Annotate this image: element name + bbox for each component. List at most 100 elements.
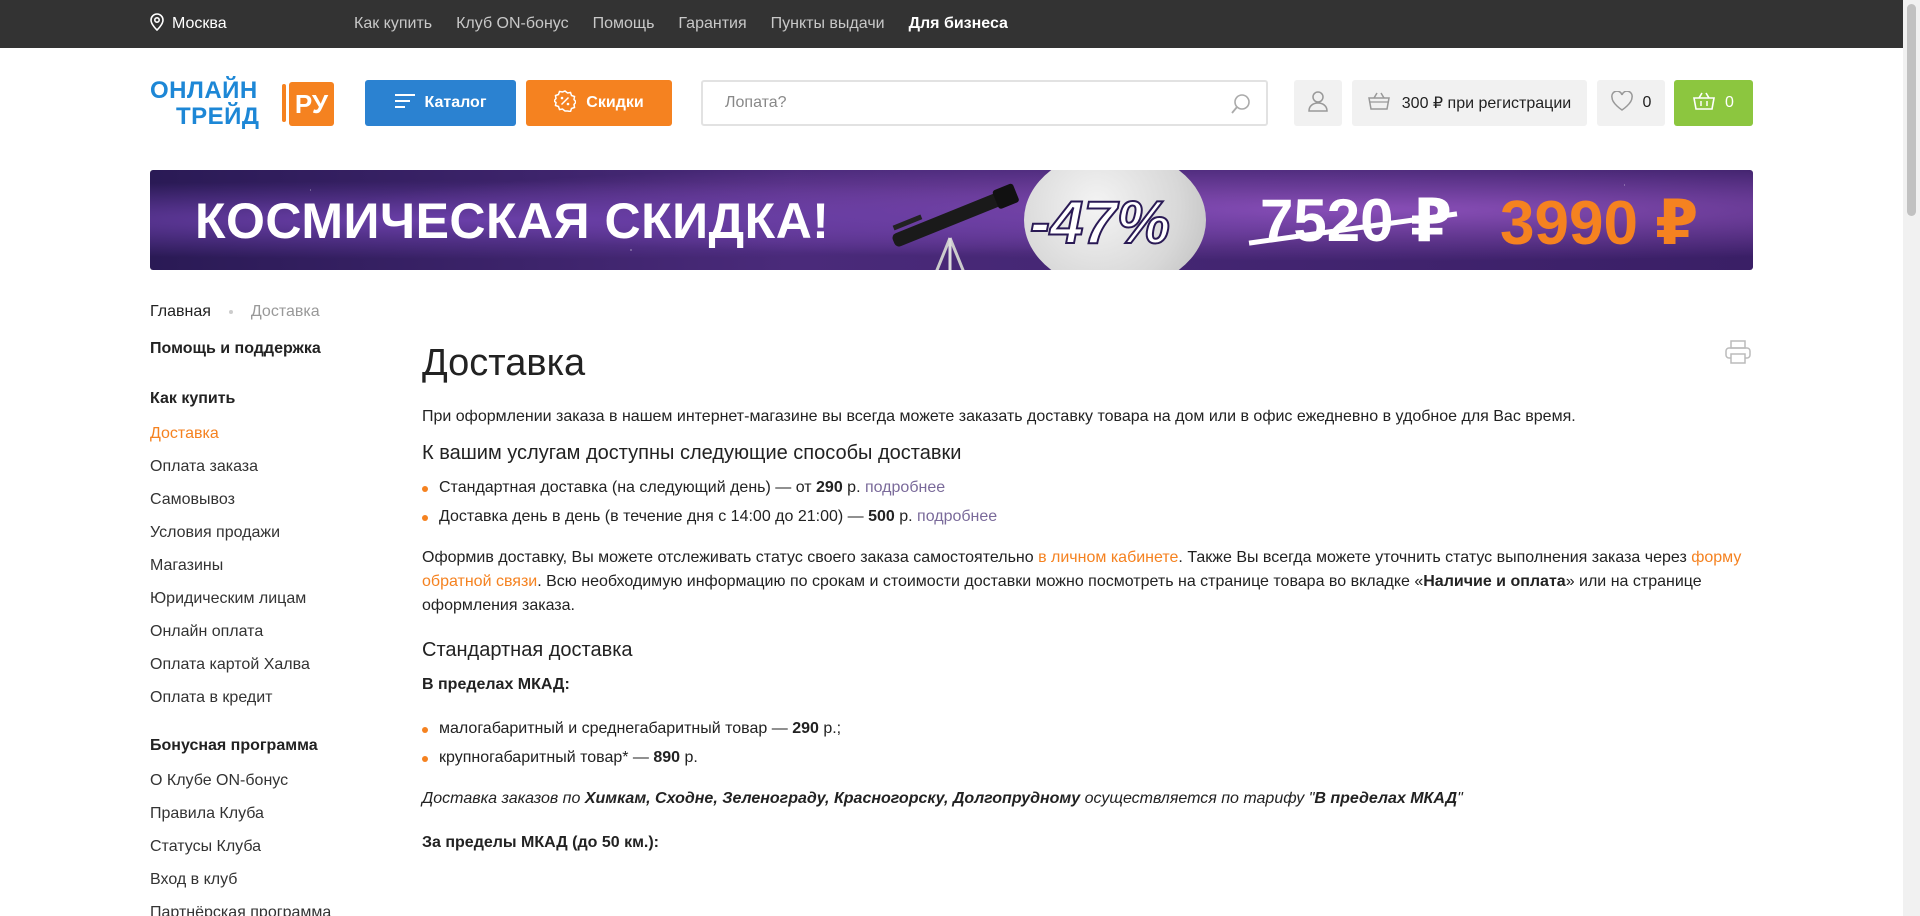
cart-button[interactable]: 0	[1674, 80, 1753, 126]
cart-basket-icon	[1693, 92, 1716, 115]
cities-tariff: В пределах МКАД	[1314, 790, 1458, 807]
help-sidebar: Помощь и поддержка Как купить Доставка О…	[150, 340, 380, 916]
mkad-label: В пределах МКАД:	[422, 676, 570, 693]
nav-help[interactable]: Помощь	[593, 15, 655, 33]
logo-line-1: ОНЛАЙН	[150, 77, 258, 104]
cart-count: 0	[1725, 94, 1734, 111]
favorites-count: 0	[1642, 94, 1652, 111]
logo-line-2: ТРЕЙД	[176, 103, 260, 130]
mkad-item2-price: 890	[653, 749, 681, 766]
banner-new-price: 3990 ₽	[1500, 189, 1699, 258]
tracking-text-1: Оформив доставку, Вы можете отслеживать …	[422, 549, 1039, 566]
method2-more-link[interactable]: подробнее	[917, 508, 997, 525]
scrollbar-thumb[interactable]	[1907, 4, 1916, 216]
tracking-bold-tab: Наличие и оплата	[1423, 573, 1566, 590]
city-label: Москва	[172, 15, 227, 32]
nav-how-to-buy[interactable]: Как купить	[354, 15, 432, 33]
main-content: Доставка При оформлении заказа в нашем и…	[422, 340, 1752, 867]
method1-text: Стандартная доставка (на следующий день)…	[439, 479, 817, 496]
search-input[interactable]	[703, 94, 1203, 112]
nav-for-business[interactable]: Для бизнеса	[909, 15, 1008, 33]
list-item: Стандартная доставка (на следующий день)…	[422, 476, 1752, 505]
sidebar-item-pickup[interactable]: Самовывоз	[150, 491, 380, 524]
catalog-label: Каталог	[424, 94, 487, 111]
method1-price: 290	[816, 479, 843, 496]
sidebar-item-about-club[interactable]: О Клубе ON-бонус	[150, 772, 380, 805]
tracking-paragraph: Оформив доставку, Вы можете отслеживать …	[422, 546, 1752, 618]
registration-bonus-label: 300 ₽ при регистрации	[1401, 95, 1572, 112]
sidebar-item-online-payment[interactable]: Онлайн оплата	[150, 623, 380, 656]
method2-text: Доставка день в день (в течение дня с 14…	[439, 508, 869, 525]
sidebar-item-club-login[interactable]: Вход в клуб	[150, 871, 380, 904]
cities-end: "	[1457, 790, 1463, 807]
site-header: ОНЛАЙН ТРЕЙД РУ Каталог Скидки 300 ₽ при…	[0, 48, 1903, 170]
top-bar: Москва Как купить Клуб ON-бонус Помощь Г…	[0, 0, 1903, 48]
mkad-item1-text: малогабаритный и среднегабаритный товар …	[439, 720, 793, 737]
city-selector[interactable]: Москва	[150, 0, 227, 48]
breadcrumb: Главная Доставка	[150, 303, 320, 321]
discounts-button[interactable]: Скидки	[526, 80, 672, 126]
outside-mkad-label: За пределы МКАД (до 50 км.):	[422, 834, 660, 851]
mkad-price-list: малогабаритный и среднегабаритный товар …	[422, 717, 1752, 775]
promo-banner[interactable]: КОСМИЧЕСКАЯ СКИДКА! -47% 7520 ₽ 3990 ₽	[150, 170, 1753, 270]
nav-bonus-club[interactable]: Клуб ON-бонус	[456, 15, 569, 33]
search-box	[701, 80, 1268, 126]
logo-text: ОНЛАЙН ТРЕЙД	[150, 78, 282, 132]
sidebar-item-partner-program[interactable]: Партнёрская программа	[150, 904, 380, 916]
top-nav: Как купить Клуб ON-бонус Помощь Гарантия…	[354, 0, 1008, 48]
mkad-item1-price: 290	[792, 720, 819, 737]
sidebar-item-legal-entities[interactable]: Юридическим лицам	[150, 590, 380, 623]
sidebar-bonus-title[interactable]: Бонусная программа	[150, 737, 380, 772]
delivery-methods-list: Стандартная доставка (на следующий день)…	[422, 476, 1752, 534]
tracking-text-2: . Также Вы всегда можете уточнить статус…	[1178, 549, 1692, 566]
sidebar-item-halva-card[interactable]: Оплата картой Халва	[150, 656, 380, 689]
sidebar-item-delivery[interactable]: Доставка	[150, 425, 380, 458]
sidebar-help-title[interactable]: Помощь и поддержка	[150, 340, 380, 390]
nav-pickup-points[interactable]: Пункты выдачи	[771, 15, 885, 33]
telescope-graphic	[880, 180, 1030, 270]
breadcrumb-home[interactable]: Главная	[150, 303, 211, 321]
cities-prefix: Доставка заказов по	[422, 790, 585, 807]
intro-paragraph: При оформлении заказа в нашем интернет-м…	[422, 408, 1576, 425]
mkad-item2-text: крупногабаритный товар* —	[439, 749, 654, 766]
tracking-text-3: . Всю необходимую информацию по срокам и…	[537, 573, 1424, 590]
list-item: Доставка день в день (в течение дня с 14…	[422, 505, 1752, 534]
search-icon[interactable]	[1230, 93, 1252, 120]
sidebar-item-terms[interactable]: Условия продажи	[150, 524, 380, 557]
list-item: крупногабаритный товар* — 890 р.	[422, 746, 1752, 775]
page-title: Доставка	[422, 342, 586, 384]
standard-delivery-heading: Стандартная доставка	[422, 639, 633, 661]
method2-price: 500	[868, 508, 895, 525]
method1-more-link[interactable]: подробнее	[865, 479, 945, 496]
site-logo[interactable]: ОНЛАЙН ТРЕЙД РУ	[150, 78, 338, 132]
nav-warranty[interactable]: Гарантия	[678, 15, 746, 33]
method2-suffix: р.	[894, 508, 918, 525]
location-pin-icon	[150, 12, 172, 36]
registration-bonus-button[interactable]: 300 ₽ при регистрации	[1352, 80, 1587, 126]
sidebar-how-to-buy-title[interactable]: Как купить	[150, 390, 380, 425]
breadcrumb-separator	[228, 310, 233, 314]
sidebar-item-club-rules[interactable]: Правила Клуба	[150, 805, 380, 838]
logo-divider	[282, 84, 286, 122]
page-scrollbar[interactable]	[1903, 0, 1920, 916]
user-icon	[1308, 90, 1328, 117]
banner-discount: -47%	[1029, 188, 1171, 257]
sidebar-item-payment[interactable]: Оплата заказа	[150, 458, 380, 491]
menu-icon	[394, 93, 415, 113]
list-item: малогабаритный и среднегабаритный товар …	[422, 717, 1752, 746]
method1-suffix: р.	[842, 479, 865, 496]
catalog-button[interactable]: Каталог	[365, 80, 516, 126]
banner-headline: КОСМИЧЕСКАЯ СКИДКА!	[195, 193, 830, 249]
delivery-methods-heading: К вашим услугам доступны следующие спосо…	[422, 442, 962, 464]
sidebar-item-credit[interactable]: Оплата в кредит	[150, 689, 380, 737]
cities-list: Химкам, Сходне, Зеленограду, Красногорск…	[584, 790, 1081, 807]
heart-icon	[1610, 89, 1633, 116]
sidebar-item-stores[interactable]: Магазины	[150, 557, 380, 590]
account-button[interactable]	[1294, 80, 1342, 126]
sidebar-item-club-statuses[interactable]: Статусы Клуба	[150, 838, 380, 871]
personal-account-link[interactable]: в личном кабинете	[1038, 549, 1178, 566]
cities-note: Доставка заказов по Химкам, Сходне, Зеле…	[422, 787, 1752, 811]
logo-ru: РУ	[289, 82, 334, 126]
basket-icon	[1367, 92, 1390, 115]
favorites-button[interactable]: 0	[1597, 80, 1665, 126]
